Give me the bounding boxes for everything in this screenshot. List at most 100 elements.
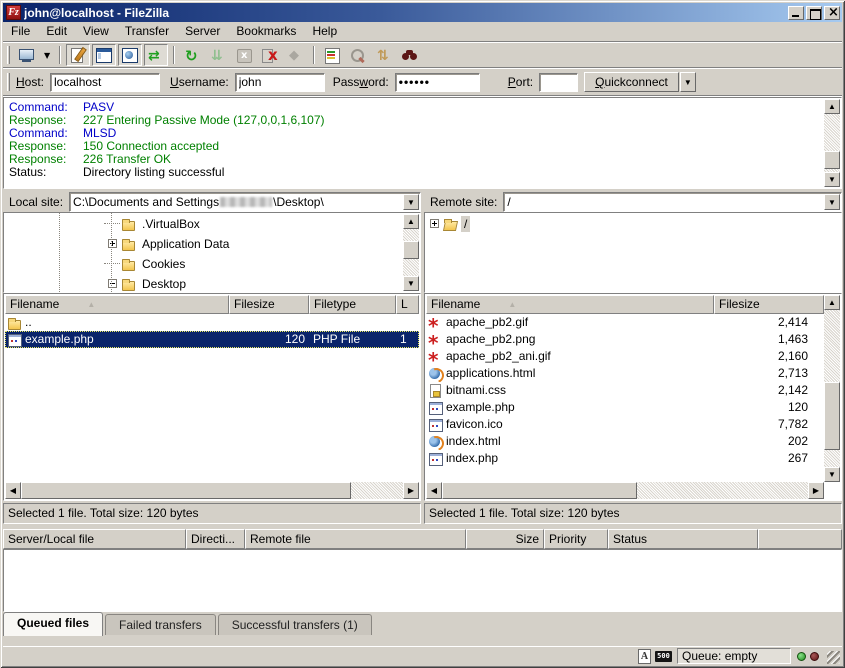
scroll-up-icon[interactable]: ▲ [824, 99, 840, 114]
scroll-down-icon[interactable]: ▼ [403, 276, 419, 291]
file-row[interactable]: applications.html 2,713 [426, 365, 824, 382]
cancel-operation-icon[interactable] [232, 44, 256, 66]
scroll-up-icon[interactable]: ▲ [824, 295, 840, 310]
scroll-right-icon[interactable]: ▶ [403, 482, 419, 499]
queue-tab[interactable]: Failed transfers [105, 614, 216, 635]
minimize-button[interactable] [788, 6, 804, 20]
column-header[interactable]: Filetype [309, 295, 396, 314]
tree-expander[interactable] [430, 219, 439, 228]
toolbar-button[interactable] [173, 46, 175, 64]
quickconnect-grip[interactable] [7, 73, 10, 91]
queue-column-header[interactable]: Status [608, 529, 758, 549]
queue-column-header[interactable]: Priority [544, 529, 608, 549]
queue-column-header[interactable]: Remote file [245, 529, 466, 549]
directory-listing-filters-icon[interactable] [320, 44, 344, 66]
file-row[interactable]: example.php 120 PHP File 1 [5, 331, 419, 348]
disconnect-icon[interactable] [258, 44, 282, 66]
queue-column-header[interactable]: Server/Local file [3, 529, 186, 549]
local-hscrollbar[interactable]: ◀ ▶ [5, 482, 419, 499]
toolbar-button[interactable] [59, 46, 61, 64]
refresh-icon[interactable] [180, 44, 204, 66]
local-path-combo[interactable]: C:\Documents and Settings\Desktop\ ▼ [69, 192, 421, 212]
tree-item[interactable]: Desktop [5, 274, 403, 291]
site-manager-dropdown-icon[interactable] [41, 44, 54, 66]
file-row[interactable]: favicon.ico 7,782 [426, 416, 824, 433]
menu-item[interactable]: Edit [38, 22, 75, 41]
scrollbar-thumb[interactable] [403, 241, 419, 259]
toolbar-grip[interactable] [7, 46, 10, 64]
toggle-local-tree-icon[interactable] [92, 44, 116, 66]
menu-item[interactable]: Bookmarks [228, 22, 304, 41]
column-header[interactable]: Filename▲ [5, 295, 229, 314]
file-row[interactable]: index.php 267 [426, 450, 824, 467]
queue-tab[interactable]: Successful transfers (1) [218, 614, 372, 635]
scrollbar-thumb[interactable] [442, 482, 637, 499]
column-header[interactable]: L [396, 295, 419, 314]
log-scrollbar[interactable]: ▲ ▼ [824, 99, 840, 187]
scroll-left-icon[interactable]: ◀ [426, 482, 442, 499]
queue-column-header[interactable]: Size [466, 529, 544, 549]
directory-comparison-icon[interactable] [346, 44, 370, 66]
menu-item[interactable]: Help [304, 22, 345, 41]
toggle-message-log-icon[interactable] [66, 44, 90, 66]
local-tree-scrollbar[interactable]: ▲ ▼ [403, 214, 419, 291]
toggle-transfer-queue-icon[interactable] [144, 44, 168, 66]
process-queue-icon[interactable] [206, 44, 230, 66]
site-manager-icon[interactable] [15, 44, 39, 66]
menu-item[interactable]: View [75, 22, 117, 41]
tree-item[interactable]: Cookies [5, 254, 403, 274]
tree-expander[interactable] [108, 219, 117, 228]
tree-item[interactable]: / [426, 214, 840, 234]
queue-column-header[interactable] [758, 529, 842, 549]
menu-item[interactable]: Server [177, 22, 228, 41]
column-header[interactable]: Filesize [714, 295, 824, 314]
resize-grip[interactable] [827, 651, 840, 664]
quickconnect-button[interactable]: Quickconnect [584, 72, 679, 92]
scroll-right-icon[interactable]: ▶ [808, 482, 824, 499]
tree-expander[interactable] [108, 239, 117, 248]
queue-tab[interactable]: Queued files [3, 612, 103, 636]
speed-limits-icon[interactable]: 500 [655, 651, 672, 662]
file-row[interactable]: apache_pb2_ani.gif 2,160 [426, 348, 824, 365]
scroll-down-icon[interactable]: ▼ [824, 467, 840, 482]
toolbar-button[interactable] [313, 46, 315, 64]
remote-path-combo[interactable]: / ▼ [503, 192, 842, 212]
queue-column-header[interactable]: Directi... [186, 529, 245, 549]
synchronized-browsing-icon[interactable] [372, 44, 396, 66]
file-row[interactable]: example.php 120 [426, 399, 824, 416]
quickconnect-dropdown[interactable]: ▼ [680, 72, 696, 92]
password-input[interactable] [395, 73, 480, 92]
remote-hscrollbar[interactable]: ◀ ▶ [426, 482, 824, 499]
tree-expander[interactable] [108, 279, 117, 288]
file-row[interactable]: bitnami.css 2,142 [426, 382, 824, 399]
menu-item[interactable]: Transfer [117, 22, 177, 41]
combo-dropdown-icon[interactable]: ▼ [824, 194, 840, 210]
tree-expander[interactable] [108, 259, 117, 268]
combo-dropdown-icon[interactable]: ▼ [403, 194, 419, 210]
toggle-remote-tree-icon[interactable] [118, 44, 142, 66]
remote-vscrollbar[interactable]: ▲ ▼ [824, 295, 840, 482]
scroll-up-icon[interactable]: ▲ [403, 214, 419, 229]
port-input[interactable] [539, 73, 578, 92]
maximize-button[interactable] [806, 6, 822, 20]
scroll-down-icon[interactable]: ▼ [824, 172, 840, 187]
file-row[interactable]: apache_pb2.png 1,463 [426, 331, 824, 348]
username-input[interactable] [235, 73, 325, 92]
find-files-icon[interactable] [398, 44, 422, 66]
menu-item[interactable]: File [3, 22, 38, 41]
file-row[interactable]: apache_pb2.gif 2,414 [426, 314, 824, 331]
column-header[interactable]: Filesize [229, 295, 309, 314]
file-row[interactable]: index.html 202 [426, 433, 824, 450]
transfer-type-icon[interactable]: A [638, 649, 651, 664]
reconnect-icon[interactable] [284, 44, 308, 66]
scrollbar-thumb[interactable] [21, 482, 351, 499]
scroll-left-icon[interactable]: ◀ [5, 482, 21, 499]
tree-item[interactable]: Application Data [5, 234, 403, 254]
scrollbar-thumb[interactable] [824, 151, 840, 169]
scrollbar-thumb[interactable] [824, 382, 840, 450]
close-button[interactable] [824, 6, 840, 20]
column-header[interactable]: Filename▲ [426, 295, 714, 314]
host-input[interactable] [50, 73, 160, 92]
file-row[interactable]: .. [5, 314, 419, 331]
tree-item[interactable]: .VirtualBox [5, 214, 403, 234]
